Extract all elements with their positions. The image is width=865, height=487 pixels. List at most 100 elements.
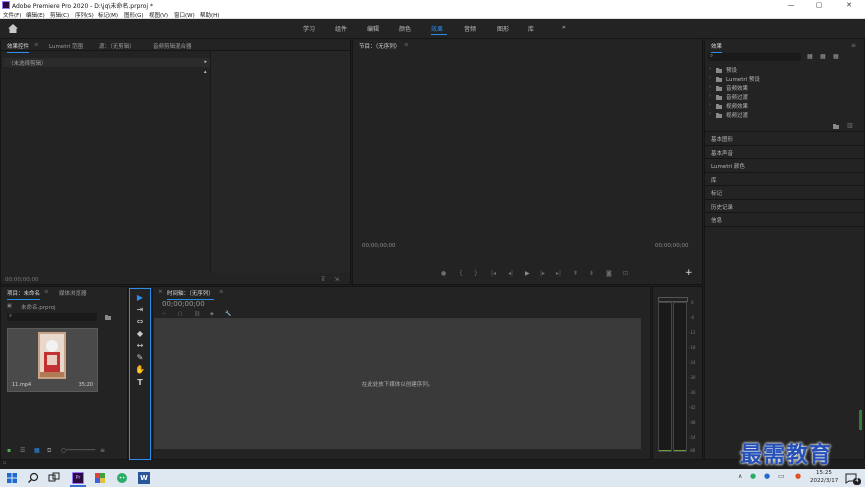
effects-tree-item[interactable]: › 视频效果: [709, 102, 829, 111]
program-timecode-current[interactable]: 00;00;00;00: [362, 243, 396, 249]
tab-project[interactable]: 项目：未命名: [7, 289, 41, 300]
new-bin-icon[interactable]: [833, 124, 839, 129]
new-bin-icon[interactable]: [105, 315, 111, 320]
tab-media-browser[interactable]: 媒体浏览器: [59, 289, 87, 297]
menu-file[interactable]: 文件(F): [3, 11, 21, 19]
mark-in-icon[interactable]: {: [459, 270, 463, 277]
list-view-icon[interactable]: ☰: [20, 447, 25, 454]
wechat-icon[interactable]: [116, 472, 128, 484]
maximize-button[interactable]: ▢: [808, 0, 830, 10]
tray-app-icon[interactable]: ●: [750, 472, 756, 480]
effects-tree-item[interactable]: › 视频过渡: [709, 111, 829, 120]
workspace-libraries[interactable]: 库: [528, 24, 534, 33]
section-item[interactable]: 信息: [705, 213, 864, 227]
home-icon[interactable]: [7, 23, 19, 34]
project-menu-icon[interactable]: ≡: [44, 289, 49, 295]
program-menu-icon[interactable]: ≡: [404, 42, 409, 48]
add-marker-icon[interactable]: ◆: [210, 311, 214, 317]
project-search-input[interactable]: ⌕: [7, 313, 97, 321]
tray-app-icon[interactable]: ●: [764, 472, 770, 480]
mark-out-icon[interactable]: }: [474, 270, 478, 277]
extract-icon[interactable]: ⇟: [589, 270, 594, 277]
step-forward-icon[interactable]: |▸: [540, 270, 545, 277]
tab-menu-icon[interactable]: ≡: [34, 42, 39, 48]
windows-start-icon[interactable]: [6, 472, 18, 484]
tab-audio-clip-mixer[interactable]: 音频剪辑混合器: [153, 42, 192, 50]
program-monitor-title[interactable]: 节目：（无序列）: [359, 42, 401, 53]
track-select-tool-icon[interactable]: ⇥: [134, 305, 146, 315]
hand-tool-icon[interactable]: ✋: [134, 365, 146, 375]
effects-panel-title[interactable]: 效果: [711, 42, 723, 53]
effects-tree-item[interactable]: › 音频效果: [709, 84, 829, 93]
workspace-color[interactable]: 颜色: [399, 24, 411, 33]
word-icon[interactable]: W: [138, 472, 150, 484]
effects-tree-item[interactable]: › Lumetri 预设: [709, 75, 829, 84]
workspace-graphics[interactable]: 图形: [497, 24, 509, 33]
tab-source[interactable]: 源：（无剪辑）: [99, 42, 135, 50]
go-to-in-icon[interactable]: |◂: [491, 270, 496, 277]
go-to-out-icon[interactable]: ▸|: [556, 270, 561, 277]
write-protect-icon[interactable]: ▪: [7, 447, 11, 454]
timeline-menu-icon[interactable]: ≡: [219, 289, 224, 295]
tab-effect-controls[interactable]: 效果控件: [7, 42, 30, 53]
snap-icon[interactable]: ⋂: [178, 311, 182, 317]
lift-icon[interactable]: ⇞: [573, 270, 578, 277]
yuv-effects-icon[interactable]: ▦: [833, 53, 839, 60]
minimize-button[interactable]: —: [780, 0, 802, 10]
export-icon[interactable]: ⇲: [334, 276, 339, 283]
close-timeline-icon[interactable]: ×: [158, 289, 163, 295]
app-icon[interactable]: [94, 472, 106, 484]
search-icon[interactable]: [27, 472, 39, 484]
32bit-effects-icon[interactable]: ▦: [820, 53, 826, 60]
step-back-icon[interactable]: ◂|: [508, 270, 513, 277]
razor-tool-icon[interactable]: ◆: [134, 329, 146, 339]
tray-expand-icon[interactable]: ∧: [738, 473, 742, 480]
icon-view-icon[interactable]: ▦: [34, 447, 40, 454]
effects-search-input[interactable]: ⌕: [708, 53, 801, 61]
workspace-effects[interactable]: 效果: [431, 24, 443, 33]
workspace-audio[interactable]: 音频: [464, 24, 476, 33]
export-frame-icon[interactable]: ◙: [606, 270, 612, 277]
tab-lumetri-scopes[interactable]: Lumetri 范围: [49, 42, 83, 50]
type-tool-icon[interactable]: T: [134, 378, 146, 388]
sort-icon[interactable]: ≡: [100, 447, 105, 454]
menu-clip[interactable]: 剪辑(C): [50, 11, 69, 19]
menu-view[interactable]: 视图(V): [149, 11, 168, 19]
add-marker-icon[interactable]: ●: [441, 270, 446, 277]
timeline-drop-area[interactable]: 在此处放下媒体以创建序列。: [154, 318, 641, 449]
section-item[interactable]: 基本声音: [705, 146, 864, 159]
section-item[interactable]: 库: [705, 173, 864, 186]
premiere-taskbar-icon[interactable]: Pr: [72, 472, 84, 484]
network-icon[interactable]: ▭: [778, 472, 785, 480]
menu-graphics[interactable]: 图形(G): [124, 11, 144, 19]
task-view-icon[interactable]: [48, 472, 60, 484]
selection-tool-icon[interactable]: ▶: [134, 293, 146, 303]
effects-tree-item[interactable]: › 音频过渡: [709, 93, 829, 102]
zoom-slider[interactable]: ○────────: [61, 447, 95, 454]
effects-tree-item[interactable]: › 预设: [709, 66, 829, 75]
filter-icon[interactable]: ⊽: [321, 276, 325, 283]
slip-tool-icon[interactable]: ↔: [134, 341, 146, 351]
nest-icon[interactable]: ⊹: [162, 311, 166, 317]
clip-thumbnail-card[interactable]: 11.mp4 35;20: [7, 328, 98, 392]
menu-window[interactable]: 窗口(W): [174, 11, 195, 19]
clock-time[interactable]: 15:25: [816, 470, 832, 476]
button-editor-add-icon[interactable]: +: [685, 268, 693, 278]
comparison-view-icon[interactable]: ⊡: [623, 270, 628, 277]
menu-help[interactable]: 帮助(H): [200, 11, 219, 19]
section-item[interactable]: 标记: [705, 186, 864, 200]
pen-tool-icon[interactable]: ✎: [134, 353, 146, 363]
clock-date[interactable]: 2022/3/17: [810, 478, 838, 484]
section-item[interactable]: 历史记录: [705, 200, 864, 213]
play-icon[interactable]: ▶: [525, 270, 530, 277]
workspace-assembly[interactable]: 组件: [335, 24, 347, 33]
tray-app-icon[interactable]: ●: [795, 472, 801, 480]
workspace-learn[interactable]: 学习: [303, 24, 315, 33]
show-timeline-icon[interactable]: ▸: [204, 59, 207, 65]
close-button[interactable]: ✕: [838, 0, 860, 10]
effect-controls-timecode[interactable]: 00;00;00;00: [5, 277, 39, 283]
workspace-more-button[interactable]: »: [562, 24, 566, 31]
delete-icon[interactable]: ▥: [847, 122, 853, 129]
wrench-icon[interactable]: 🔧: [225, 311, 231, 317]
menu-sequence[interactable]: 序列(S): [75, 11, 94, 19]
